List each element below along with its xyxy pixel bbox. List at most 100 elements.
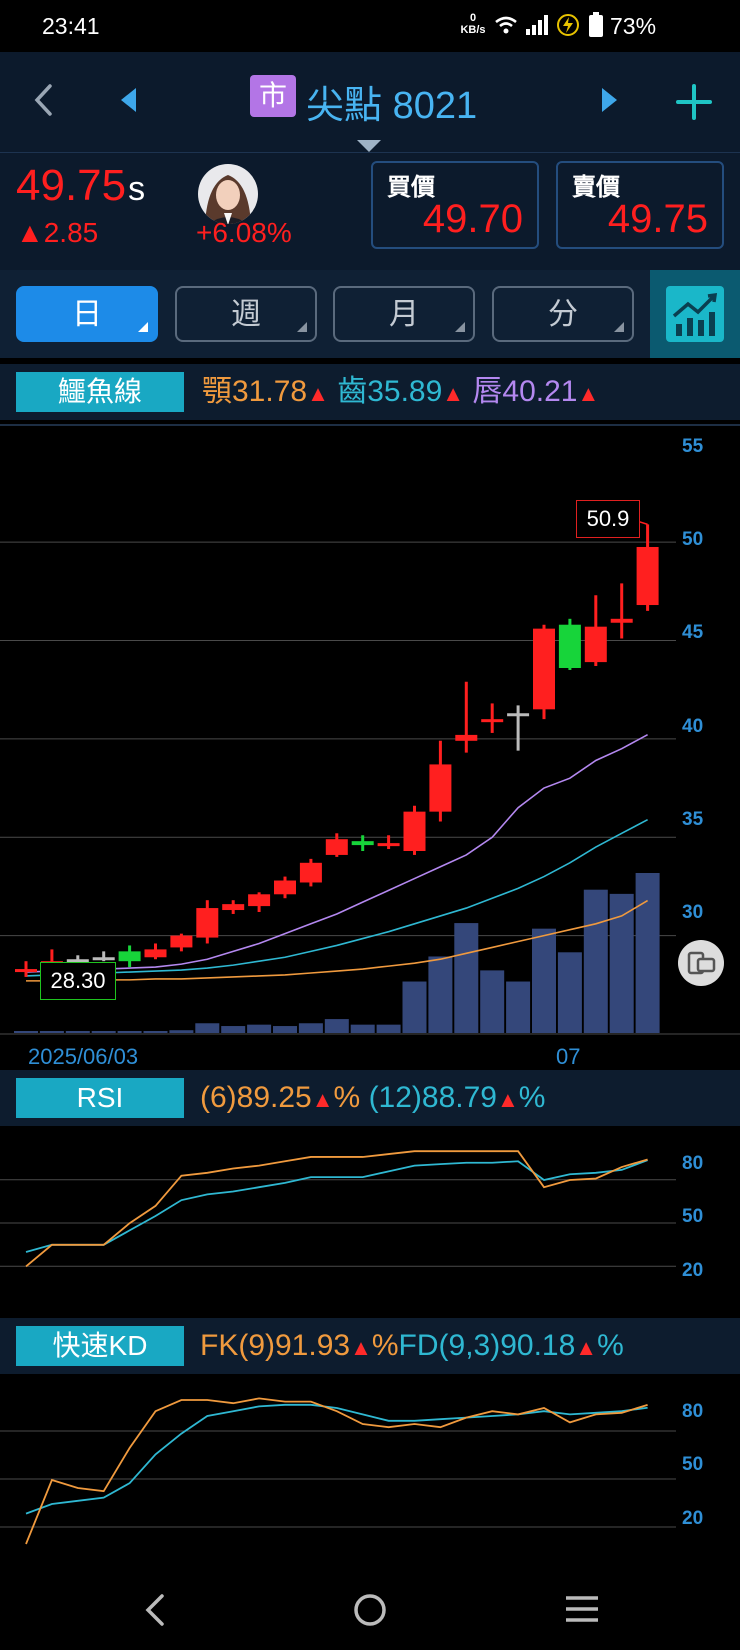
candle-body bbox=[610, 618, 633, 623]
rsi-long-value: (12)88.79 bbox=[368, 1081, 497, 1114]
tab-week-label: 週 bbox=[231, 298, 261, 331]
volume-bar bbox=[635, 873, 660, 1033]
volume-bar bbox=[454, 923, 479, 1033]
bid-box[interactable]: 買價 49.70 bbox=[371, 161, 539, 249]
fk-up-icon: ▲ bbox=[350, 1335, 372, 1360]
volume-bar bbox=[376, 1024, 401, 1033]
volume-bar bbox=[583, 889, 608, 1033]
kd-indicator-row: 快速KD FK(9)91.93▲%FD(9,3)90.18▲% bbox=[0, 1318, 740, 1374]
fd-unit: % bbox=[597, 1329, 624, 1362]
candle-body bbox=[481, 719, 504, 723]
candle-body bbox=[351, 841, 374, 846]
tab-minute[interactable]: 分 bbox=[492, 286, 634, 342]
rsi-chart[interactable] bbox=[0, 1126, 740, 1306]
price-value: 49.75 bbox=[16, 161, 127, 210]
price-axis-label: 45 bbox=[682, 622, 704, 643]
price-suffix: s bbox=[128, 170, 146, 208]
candle-body bbox=[533, 628, 555, 710]
battery-icon bbox=[589, 12, 603, 37]
jaw-up-icon: ▲ bbox=[307, 381, 329, 406]
candle-body bbox=[455, 734, 478, 741]
volume-bar bbox=[609, 893, 634, 1033]
system-menu-icon[interactable] bbox=[564, 1594, 600, 1624]
candle-body bbox=[196, 908, 219, 938]
candle-body bbox=[248, 894, 271, 907]
rsi-long-up-icon: ▲ bbox=[497, 1087, 519, 1112]
rsi-axis-label: 80 bbox=[682, 1153, 704, 1174]
date-start-label: 2025/06/03 bbox=[28, 1044, 139, 1069]
candle-body bbox=[299, 862, 322, 883]
volume-bar bbox=[221, 1026, 246, 1033]
candle-body bbox=[15, 969, 37, 973]
candle-body bbox=[274, 880, 296, 895]
tab-week[interactable]: 週 bbox=[175, 286, 317, 342]
stock-name: 尖點 bbox=[306, 85, 383, 127]
high-marker: 50.9 bbox=[576, 500, 640, 538]
dropdown-caret-icon[interactable] bbox=[357, 140, 381, 152]
ask-box[interactable]: 賣價 49.75 bbox=[556, 161, 724, 249]
volume-bar bbox=[273, 1026, 297, 1033]
trend-chart-icon bbox=[666, 286, 724, 342]
candle-body bbox=[325, 839, 348, 855]
tab-month[interactable]: 月 bbox=[333, 286, 475, 342]
volume-bar bbox=[506, 981, 531, 1033]
candle-body bbox=[403, 811, 426, 851]
volume-bar bbox=[350, 1024, 375, 1033]
alligator-label[interactable]: 鱷魚線 bbox=[16, 372, 184, 412]
candle-body bbox=[118, 951, 141, 962]
signal-icon bbox=[526, 15, 548, 35]
price-change: ▲2.85 bbox=[16, 217, 99, 248]
battery-percent: 73% bbox=[610, 13, 657, 39]
date-month-label: 07 bbox=[556, 1044, 581, 1069]
lips-up-icon: ▲ bbox=[577, 381, 600, 406]
rsi-axis-label: 20 bbox=[682, 1260, 704, 1281]
candle-body bbox=[377, 843, 400, 847]
teeth-value: 齒35.89 bbox=[337, 375, 443, 408]
low-marker: 28.30 bbox=[40, 962, 116, 1000]
rsi-short-up-icon: ▲ bbox=[311, 1087, 334, 1112]
volume-bar bbox=[117, 1031, 142, 1033]
next-stock-icon[interactable] bbox=[598, 86, 620, 114]
kd-axis-label: 50 bbox=[682, 1454, 704, 1475]
rsi-short-unit: % bbox=[333, 1081, 361, 1114]
volume-bar bbox=[428, 956, 453, 1033]
candle-body bbox=[636, 546, 659, 606]
tab-month-label: 月 bbox=[389, 298, 419, 331]
landscape-toggle-button[interactable] bbox=[678, 940, 724, 986]
status-time: 23:41 bbox=[42, 13, 100, 39]
last-price: 49.75s bbox=[16, 161, 145, 211]
back-chevron-icon[interactable] bbox=[30, 80, 56, 120]
candle-body bbox=[222, 904, 245, 911]
system-home-icon[interactable] bbox=[352, 1592, 388, 1628]
price-axis-label: 55 bbox=[682, 436, 704, 457]
kd-axis-label: 20 bbox=[682, 1508, 704, 1529]
quote-panel: 49.75s ▲2.85 +6.08% 買價 49.70 賣價 49.75 bbox=[0, 152, 740, 270]
ask-price: 49.75 bbox=[607, 197, 708, 241]
kd-label[interactable]: 快速KD bbox=[16, 1326, 184, 1366]
avatar[interactable] bbox=[197, 163, 259, 225]
prev-stock-icon[interactable] bbox=[118, 86, 140, 114]
price-axis-label: 40 bbox=[682, 716, 704, 737]
battery-saver-icon bbox=[557, 14, 579, 36]
stock-title[interactable]: 尖點 8021 bbox=[306, 74, 477, 129]
network-speed-unit: KB/s bbox=[460, 24, 486, 36]
rsi-label[interactable]: RSI bbox=[16, 1078, 184, 1118]
system-back-icon[interactable] bbox=[140, 1592, 170, 1628]
volume-bar bbox=[557, 952, 582, 1033]
add-icon[interactable] bbox=[676, 84, 712, 120]
kd-chart[interactable] bbox=[0, 1374, 740, 1570]
system-nav-bar bbox=[0, 1570, 740, 1650]
wifi-icon bbox=[495, 16, 517, 34]
change-percent: +6.08% bbox=[196, 217, 292, 248]
alligator-values: 顎31.78▲ 齒35.89▲ 唇40.21▲ bbox=[202, 372, 599, 414]
volume-bar bbox=[402, 981, 427, 1033]
lips-value: 唇40.21 bbox=[472, 375, 578, 408]
oscillator-slow-line bbox=[25, 1159, 648, 1253]
status-bar: 23:41 0 KB/s 73% bbox=[0, 0, 740, 52]
tab-day[interactable]: 日 bbox=[16, 286, 158, 342]
candle-body bbox=[507, 713, 530, 717]
oscillator-fast-line bbox=[25, 1150, 648, 1268]
chart-type-toggle[interactable] bbox=[650, 270, 740, 358]
rsi-values: (6)89.25▲% (12)88.79▲% bbox=[200, 1078, 545, 1120]
jaw-value: 顎31.78 bbox=[202, 375, 308, 408]
